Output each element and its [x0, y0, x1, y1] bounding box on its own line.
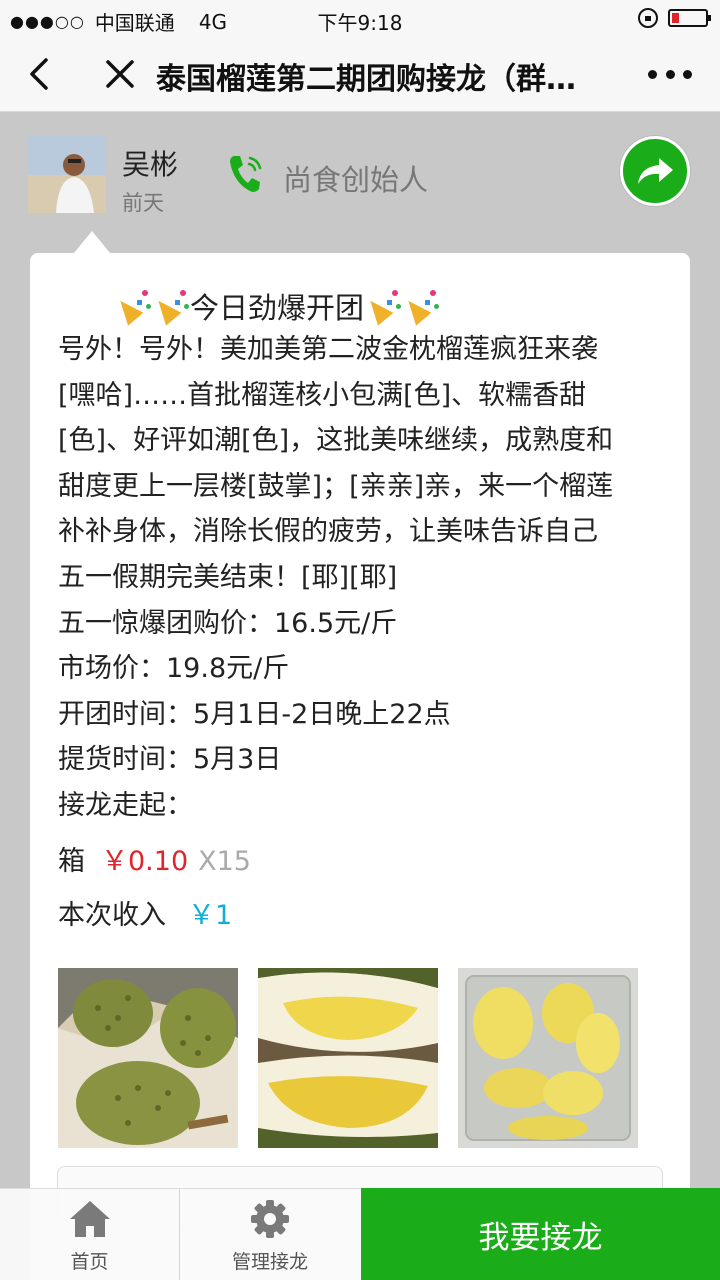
home-icon	[69, 1201, 110, 1237]
share-arrow-icon	[638, 158, 673, 184]
close-icon[interactable]	[100, 54, 140, 94]
party-popper-icon	[112, 288, 152, 326]
share-button[interactable]	[620, 136, 690, 206]
tab-home-label: 首页	[70, 1251, 109, 1273]
join-chain-button[interactable]: 我要接龙	[361, 1188, 720, 1280]
post-line: 甜度更上一层楼[鼓掌]；[亲亲]亲，来一个榴莲	[58, 470, 614, 502]
post-line: 市场价：19.8元/斤	[58, 653, 290, 685]
rotation-lock-icon	[638, 8, 658, 28]
phone-icon[interactable]	[226, 152, 266, 196]
post-line: [色]、好评如潮[色]，这批美味继续，成熟度和	[58, 425, 614, 457]
post-line: 五一假期完美结束！[耶][耶]	[58, 561, 398, 593]
status-time: 下午9:18	[317, 11, 403, 35]
post-line: 五一惊爆团购价：16.5元/斤	[58, 607, 398, 639]
income-amount: ￥1	[188, 900, 233, 931]
item-name: 箱	[58, 846, 85, 877]
photo-gallery	[58, 968, 638, 1148]
post-time: 前天	[122, 191, 164, 215]
post-headline: 今日劲爆开团	[112, 285, 440, 327]
durian-photo-pulp[interactable]	[458, 968, 638, 1148]
party-popper-icon	[362, 288, 402, 326]
author-role: 尚食创始人	[283, 163, 429, 197]
status-bar: ●●●○○ 中国联通 4G 下午9:18	[0, 0, 720, 38]
more-icon[interactable]	[648, 62, 692, 86]
back-icon[interactable]	[22, 56, 58, 92]
post-line: 接龙走起：	[58, 789, 193, 821]
order-item-row: 箱 ￥0.10 X15	[58, 839, 251, 878]
item-price: ￥0.10	[101, 846, 189, 877]
item-quantity: X15	[198, 846, 251, 877]
tab-manage-label: 管理接龙	[231, 1251, 308, 1273]
income-label: 本次收入	[58, 900, 166, 931]
headline-text: 今日劲爆开团	[190, 291, 365, 325]
nav-bar: 泰国榴莲第二期团购接龙（群…	[0, 38, 720, 112]
tab-manage[interactable]: 管理接龙	[180, 1189, 360, 1280]
post-line: 开团时间：5月1日-2日晚上22点	[58, 698, 451, 730]
post-body: 号外！号外！美加美第二波金枕榴莲疯狂来袭 [嘿哈]……首批榴莲核小包满[色]、软…	[58, 327, 668, 829]
party-popper-icon	[400, 288, 440, 326]
durian-photo-whole[interactable]	[58, 968, 238, 1148]
durian-photo-open[interactable]	[258, 968, 438, 1148]
gear-icon	[251, 1200, 289, 1238]
avatar[interactable]	[28, 135, 106, 213]
party-popper-icon	[150, 288, 190, 326]
post-line: 提货时间：5月3日	[58, 744, 282, 776]
battery-icon	[668, 9, 711, 27]
page-title: 泰国榴莲第二期团购接龙（群…	[156, 62, 576, 97]
post-line: 补补身体，消除长假的疲劳，让美味告诉自己	[58, 516, 598, 548]
income-row: 本次收入 ￥1	[58, 893, 232, 932]
post-card: 今日劲爆开团 号外！号外！美加美第二波金枕榴莲疯狂来袭 [嘿哈]……首批榴莲核小…	[30, 231, 690, 1280]
post-line: 号外！号外！美加美第二波金枕榴莲疯狂来袭	[58, 334, 598, 365]
tab-home[interactable]: 首页	[0, 1189, 180, 1280]
author-name: 吴彬	[122, 148, 179, 181]
post-line: [嘿哈]……首批榴莲核小包满[色]、软糯香甜	[58, 379, 587, 411]
